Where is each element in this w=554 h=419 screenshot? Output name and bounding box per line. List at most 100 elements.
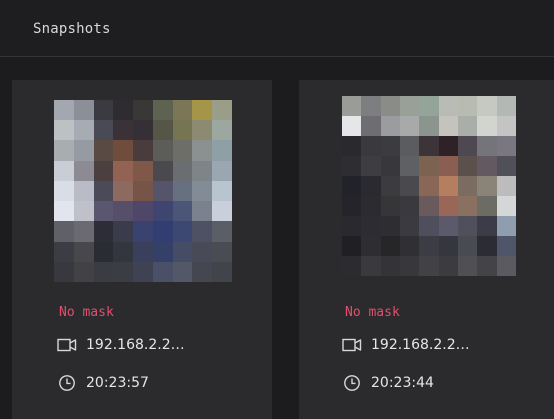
thumbnail-pixel (400, 196, 420, 216)
thumbnail-pixel (73, 221, 94, 242)
thumbnail-pixel (133, 140, 153, 161)
snapshot-thumbnail[interactable] (54, 100, 232, 282)
thumbnail-pixel (212, 180, 232, 202)
thumbnail-pixel (496, 216, 516, 236)
thumbnail-pixel (438, 156, 458, 176)
snapshot-card[interactable]: No mask 192.168.2.2… 20:23:57 (12, 80, 272, 419)
thumbnail-pixel (152, 241, 173, 262)
camera-ip-text: 192.168.2.2… (86, 337, 185, 353)
thumbnail-pixel (419, 216, 439, 236)
thumbnail-pixel (212, 261, 232, 282)
thumbnail-pixel (192, 160, 213, 181)
thumbnail-pixel (361, 256, 381, 276)
thumbnail-pixel (477, 176, 497, 196)
mask-status-label: No mask (345, 305, 400, 320)
thumbnail-pixel (113, 100, 134, 121)
thumbnail-pixel (458, 236, 478, 256)
thumbnail-pixel (380, 136, 400, 156)
snapshot-card[interactable]: No mask 192.168.2.2… 20:23:44 (299, 80, 554, 419)
thumbnail-pixel (477, 156, 497, 176)
thumbnail-pixel (380, 216, 400, 236)
thumbnail-pixel (496, 96, 516, 116)
thumbnail-pixel (212, 241, 232, 262)
thumbnail-pixel (73, 241, 94, 262)
camera-icon (341, 336, 363, 354)
thumbnail-pixel (93, 261, 114, 282)
thumbnail-pixel (73, 100, 94, 121)
thumbnail-pixel (152, 160, 173, 181)
thumbnail-pixel (438, 236, 458, 256)
thumbnail-pixel (192, 221, 213, 242)
thumbnail-pixel (73, 120, 94, 141)
thumbnail-pixel (419, 196, 439, 216)
thumbnail-pixel (419, 96, 439, 116)
thumbnail-pixel (54, 261, 74, 282)
thumbnail-pixel (212, 221, 232, 242)
thumbnail-pixel (477, 96, 497, 116)
thumbnail-pixel (73, 201, 94, 222)
thumbnail-pixel (133, 261, 153, 282)
thumbnail-pixel (361, 196, 381, 216)
thumbnail-pixel (54, 140, 74, 161)
thumbnail-pixel (496, 136, 516, 156)
thumbnail-pixel (419, 116, 439, 136)
thumbnail-pixel (458, 256, 478, 276)
thumbnail-pixel (361, 96, 381, 116)
capture-time-row: 20:23:44 (341, 374, 434, 392)
snapshots-panel: Snapshots No mask 192.168.2.2… 20:23:57 (0, 0, 554, 419)
thumbnail-pixel (361, 176, 381, 196)
thumbnail-pixel (73, 160, 94, 181)
panel-title: Snapshots (33, 21, 111, 37)
thumbnail-pixel (342, 236, 362, 256)
capture-time-text: 20:23:44 (371, 375, 434, 391)
thumbnail-pixel (212, 120, 232, 141)
thumbnail-pixel (93, 221, 114, 242)
thumbnail-pixel (172, 160, 193, 181)
thumbnail-pixel (400, 156, 420, 176)
thumbnail-pixel (54, 241, 74, 262)
thumbnail-pixel (438, 136, 458, 156)
thumbnail-pixel (152, 221, 173, 242)
thumbnail-pixel (192, 140, 213, 161)
capture-time-text: 20:23:57 (86, 375, 149, 391)
camera-ip-row: 192.168.2.2… (341, 336, 470, 354)
panel-header: Snapshots (0, 0, 554, 57)
thumbnail-pixel (342, 156, 362, 176)
camera-ip-row: 192.168.2.2… (56, 336, 185, 354)
thumbnail-pixel (400, 216, 420, 236)
thumbnail-pixel (342, 196, 362, 216)
thumbnail-pixel (113, 241, 134, 262)
thumbnail-pixel (113, 221, 134, 242)
thumbnail-pixel (438, 96, 458, 116)
snapshot-thumbnail[interactable] (342, 96, 516, 276)
thumbnail-pixel (380, 176, 400, 196)
thumbnail-pixel (113, 180, 134, 202)
thumbnail-pixel (400, 236, 420, 256)
thumbnail-pixel (172, 140, 193, 161)
thumbnail-pixel (458, 196, 478, 216)
thumbnail-pixel (133, 221, 153, 242)
thumbnail-pixel (458, 156, 478, 176)
thumbnail-pixel (361, 116, 381, 136)
thumbnail-pixel (172, 261, 193, 282)
thumbnail-pixel (192, 261, 213, 282)
thumbnail-pixel (380, 196, 400, 216)
thumbnail-pixel (458, 136, 478, 156)
thumbnail-pixel (438, 216, 458, 236)
thumbnail-pixel (342, 136, 362, 156)
thumbnail-pixel (93, 180, 114, 202)
thumbnail-pixel (496, 256, 516, 276)
thumbnail-pixel (380, 236, 400, 256)
thumbnail-pixel (458, 216, 478, 236)
thumbnail-pixel (113, 261, 134, 282)
thumbnail-pixel (212, 100, 232, 121)
thumbnail-pixel (342, 176, 362, 196)
capture-time-row: 20:23:57 (56, 374, 149, 392)
thumbnail-pixel (400, 116, 420, 136)
thumbnail-pixel (361, 156, 381, 176)
thumbnail-pixel (133, 241, 153, 262)
thumbnail-pixel (113, 201, 134, 222)
thumbnail-pixel (496, 176, 516, 196)
thumbnail-pixel (438, 176, 458, 196)
thumbnail-pixel (133, 201, 153, 222)
